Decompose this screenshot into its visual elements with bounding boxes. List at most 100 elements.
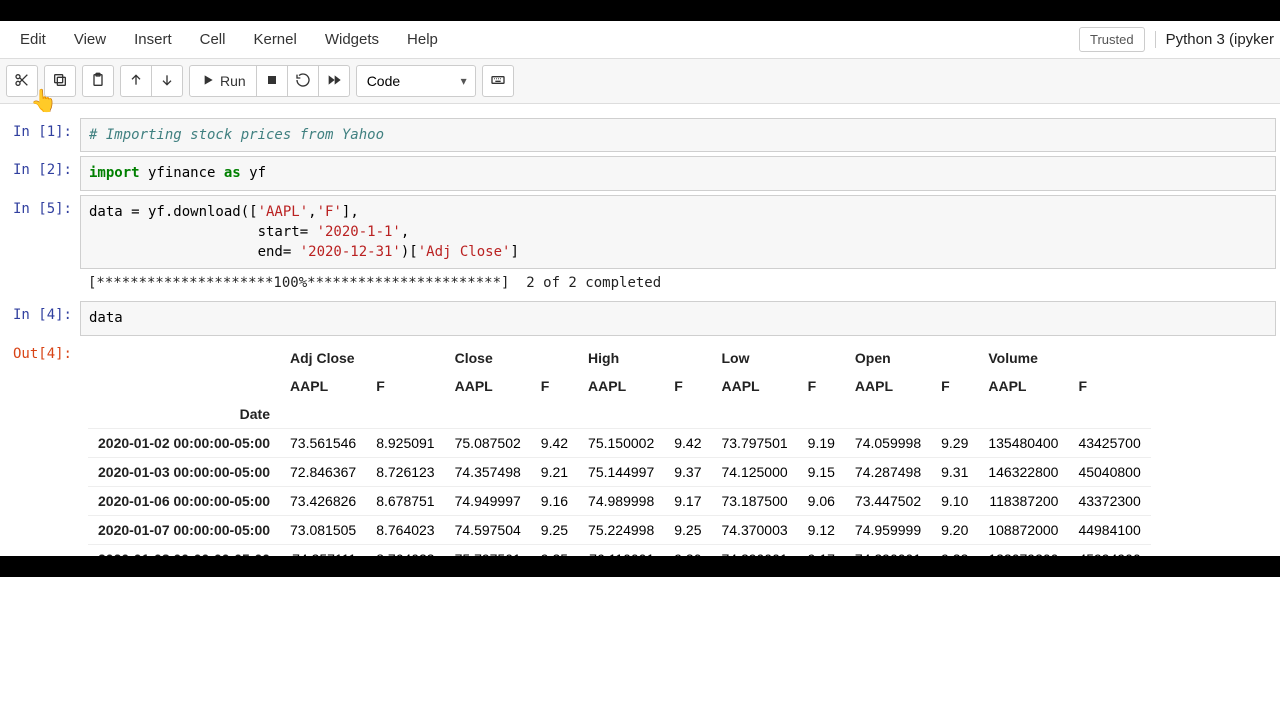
code-input[interactable]: # Importing stock prices from Yahoo xyxy=(80,118,1276,152)
cut-button[interactable] xyxy=(6,65,38,97)
cell-value: 74.125000 xyxy=(711,457,797,486)
column-sub-header: F xyxy=(664,372,711,400)
paste-button[interactable] xyxy=(82,65,114,97)
code-comment: # Importing stock prices from Yahoo xyxy=(89,127,384,143)
cell-value: 9.25 xyxy=(664,515,711,544)
move-down-button[interactable] xyxy=(151,65,183,97)
cell-type-select[interactable]: Code xyxy=(356,65,476,97)
column-sub-header: AAPL xyxy=(445,372,531,400)
code-string: 'Adj Close' xyxy=(418,244,511,260)
paste-icon xyxy=(90,72,106,91)
copy-icon xyxy=(52,72,68,91)
index-name: Date xyxy=(88,400,280,429)
keyboard-icon xyxy=(490,72,506,91)
menubar: Edit View Insert Cell Kernel Widgets Hel… xyxy=(0,21,1280,59)
menu-cell[interactable]: Cell xyxy=(186,25,240,54)
column-group-header: Volume xyxy=(978,344,1150,372)
arrow-down-icon xyxy=(159,72,175,91)
restart-button[interactable] xyxy=(287,65,319,97)
cell-value: 135480400 xyxy=(978,428,1068,457)
cell-value: 74.989998 xyxy=(578,486,664,515)
code-cell[interactable]: In [2]: import yfinance as yf xyxy=(0,156,1280,190)
menu-help[interactable]: Help xyxy=(393,25,452,54)
column-sub-header: AAPL xyxy=(578,372,664,400)
table-row: 2020-01-06 00:00:00-05:0073.4268268.6787… xyxy=(88,486,1151,515)
menu-edit[interactable]: Edit xyxy=(6,25,60,54)
cell-value: 8.726123 xyxy=(366,457,444,486)
cell-value: 9.31 xyxy=(931,457,978,486)
row-index: 2020-01-06 00:00:00-05:00 xyxy=(88,486,280,515)
cell-value: 9.16 xyxy=(531,486,578,515)
table-row: 2020-01-03 00:00:00-05:0072.8463678.7261… xyxy=(88,457,1151,486)
cell-value: 43425700 xyxy=(1068,428,1150,457)
cell-value: 9.21 xyxy=(531,457,578,486)
cell-value: 74.949997 xyxy=(445,486,531,515)
kernel-name[interactable]: Python 3 (ipyker xyxy=(1155,31,1274,48)
cell-value: 73.426826 xyxy=(280,486,366,515)
cell-value: 108872000 xyxy=(978,515,1068,544)
column-sub-header: AAPL xyxy=(978,372,1068,400)
cell-value: 73.561546 xyxy=(280,428,366,457)
cell-value: 74.370003 xyxy=(711,515,797,544)
row-index: 2020-01-03 00:00:00-05:00 xyxy=(88,457,280,486)
code-cell[interactable]: In [1]: # Importing stock prices from Ya… xyxy=(0,118,1280,152)
menu-view[interactable]: View xyxy=(60,25,120,54)
cell-value: 146322800 xyxy=(978,457,1068,486)
trusted-badge[interactable]: Trusted xyxy=(1079,27,1145,52)
column-sub-header: F xyxy=(798,372,845,400)
cell-value: 9.10 xyxy=(931,486,978,515)
dataframe-output: Adj CloseCloseHighLowOpenVolumeAAPLFAAPL… xyxy=(80,340,1280,573)
cell-value: 9.37 xyxy=(664,457,711,486)
cell-value: 9.12 xyxy=(798,515,845,544)
code-text: , xyxy=(308,204,316,220)
cell-value: 73.187500 xyxy=(711,486,797,515)
cell-value: 118387200 xyxy=(978,486,1068,515)
code-text: data xyxy=(89,310,123,326)
arrow-up-icon xyxy=(128,72,144,91)
code-text: ] xyxy=(510,244,518,260)
copy-button[interactable] xyxy=(44,65,76,97)
menu-kernel[interactable]: Kernel xyxy=(239,25,310,54)
code-text: , xyxy=(401,224,409,240)
code-text: yfinance xyxy=(140,165,224,181)
column-sub-header: AAPL xyxy=(280,372,366,400)
letterbox-bottom xyxy=(0,556,1280,577)
dataframe-table: Adj CloseCloseHighLowOpenVolumeAAPLFAAPL… xyxy=(88,344,1151,573)
code-string: '2020-12-31' xyxy=(300,244,401,260)
cell-value: 9.15 xyxy=(798,457,845,486)
code-keyword: as xyxy=(224,165,241,181)
code-text: data = yf.download([ xyxy=(89,204,258,220)
menu-widgets[interactable]: Widgets xyxy=(311,25,393,54)
cell-value: 74.357498 xyxy=(445,457,531,486)
output-prompt: Out[4]: xyxy=(0,340,80,573)
code-cell[interactable]: In [4]: data xyxy=(0,301,1280,335)
cell-value: 8.925091 xyxy=(366,428,444,457)
interrupt-button[interactable] xyxy=(256,65,288,97)
input-prompt: In [4]: xyxy=(0,301,80,335)
cell-value: 45040800 xyxy=(1068,457,1150,486)
move-up-button[interactable] xyxy=(120,65,152,97)
cell-value: 74.959999 xyxy=(845,515,931,544)
column-sub-header: AAPL xyxy=(845,372,931,400)
menu-insert[interactable]: Insert xyxy=(120,25,186,54)
column-group-header: Close xyxy=(445,344,578,372)
fast-forward-icon xyxy=(326,72,342,91)
cell-value: 44984100 xyxy=(1068,515,1150,544)
restart-run-all-button[interactable] xyxy=(318,65,350,97)
cell-value: 74.059998 xyxy=(845,428,931,457)
input-prompt: In [5]: xyxy=(0,195,80,298)
command-palette-button[interactable] xyxy=(482,65,514,97)
cell-value: 72.846367 xyxy=(280,457,366,486)
cell-value: 9.17 xyxy=(664,486,711,515)
cell-value: 75.150002 xyxy=(578,428,664,457)
column-sub-header: F xyxy=(931,372,978,400)
code-input[interactable]: import yfinance as yf xyxy=(80,156,1276,190)
code-input[interactable]: data xyxy=(80,301,1276,335)
code-cell[interactable]: In [5]: data = yf.download(['AAPL','F'],… xyxy=(0,195,1280,298)
code-text: yf xyxy=(241,165,266,181)
run-button[interactable]: Run xyxy=(189,65,257,97)
code-input[interactable]: data = yf.download(['AAPL','F'], start= … xyxy=(80,195,1276,270)
column-group-header: Low xyxy=(711,344,844,372)
code-string: 'F' xyxy=(317,204,342,220)
column-sub-header: F xyxy=(1068,372,1150,400)
